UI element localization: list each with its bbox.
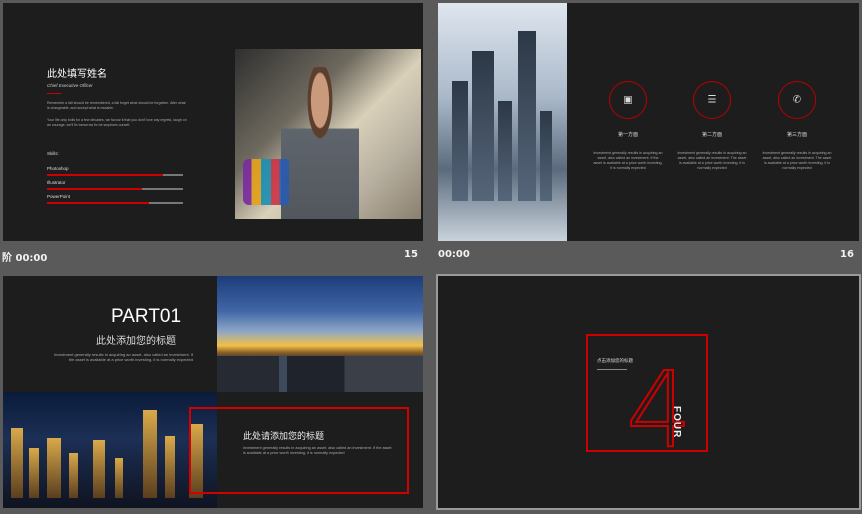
skill-illustrator: Illustrator	[47, 180, 183, 190]
image-icon: ▣	[623, 94, 633, 106]
divider	[47, 93, 61, 94]
item-text: Investment generally results in acquirin…	[677, 151, 747, 170]
tower	[69, 453, 78, 498]
slide-number-15: 15	[404, 249, 418, 260]
man-at-desk-photo	[235, 49, 421, 219]
item-title: 第一方面	[617, 132, 638, 138]
divider	[597, 369, 627, 370]
sunset-harbor-photo	[217, 276, 423, 392]
slide-role: Chief Executive Officer	[47, 83, 93, 88]
icon-ring: ☰	[693, 81, 731, 119]
skill-powerpoint: PowerPoint	[47, 194, 183, 204]
section-number: 4	[625, 349, 693, 471]
skill-fill	[47, 188, 143, 190]
city-double-exposure-photo	[438, 3, 567, 241]
skill-label: Illustrator	[47, 180, 66, 185]
icon-ring: ▣	[609, 81, 647, 119]
skill-bar	[47, 202, 183, 204]
item-title: 第三方面	[786, 132, 807, 138]
item-text: Investment generally results in acquirin…	[593, 151, 663, 170]
slide-number-16: 16	[840, 249, 854, 260]
item-title: 第二方面	[701, 132, 722, 138]
building	[472, 51, 494, 201]
slide-name-title: 此处填写姓名	[47, 69, 107, 80]
slide-thumbnail-18[interactable]: 点击添加您的标题 4 FOUR	[436, 274, 861, 510]
sliders-icon: ☰	[707, 94, 717, 106]
skill-bar	[47, 188, 183, 190]
skill-fill	[47, 174, 163, 176]
item-text: Investment generally results in acquirin…	[762, 151, 832, 170]
section-label: FOUR	[671, 406, 682, 439]
tower	[115, 458, 123, 498]
part-subtitle: 此处添加您的标题	[96, 336, 176, 347]
building	[518, 31, 536, 201]
building	[498, 101, 512, 201]
skill-label: Photoshop	[47, 166, 69, 171]
slide-timer-16: 00:00	[438, 249, 470, 260]
box-title: 此处请添加您的标题	[243, 431, 325, 441]
skill-bar	[47, 174, 183, 176]
slide-thumbnail-17[interactable]: PART01 此处添加您的标题 Investment generally res…	[3, 276, 423, 508]
slide-thumbnail-16[interactable]: ▣ ☰ ✆ 第一方面 第二方面 第三方面 Investment generall…	[438, 3, 859, 241]
slide-paragraph: Remember a fall should be remembered, a …	[47, 101, 186, 110]
pen-cup	[243, 159, 313, 205]
tower	[47, 438, 61, 498]
skills-label: Skills:	[47, 151, 59, 156]
tower	[165, 436, 175, 498]
tower	[93, 440, 105, 498]
building	[540, 111, 552, 201]
tower	[29, 448, 39, 498]
slide-thumbnail-15[interactable]: 此处填写姓名 Chief Executive Officer Remember …	[3, 3, 423, 241]
houses	[217, 356, 423, 392]
part-heading: PART01	[111, 306, 182, 327]
tower	[143, 410, 157, 498]
part-paragraph: Investment generally results in acquirin…	[53, 352, 193, 362]
tower	[11, 428, 23, 498]
phone-icon: ✆	[792, 94, 802, 106]
slide-paragraph: Your life only boils for a few decades, …	[47, 118, 187, 127]
building	[452, 81, 468, 201]
skill-photoshop: Photoshop	[47, 166, 183, 176]
icon-ring: ✆	[778, 81, 816, 119]
city-night-photo	[3, 392, 217, 508]
skill-label: PowerPoint	[47, 194, 71, 199]
slide-timer-15: 阶 00:00	[2, 253, 48, 264]
skill-fill	[47, 202, 149, 204]
box-paragraph: Investment generally results in acquirin…	[243, 446, 392, 455]
